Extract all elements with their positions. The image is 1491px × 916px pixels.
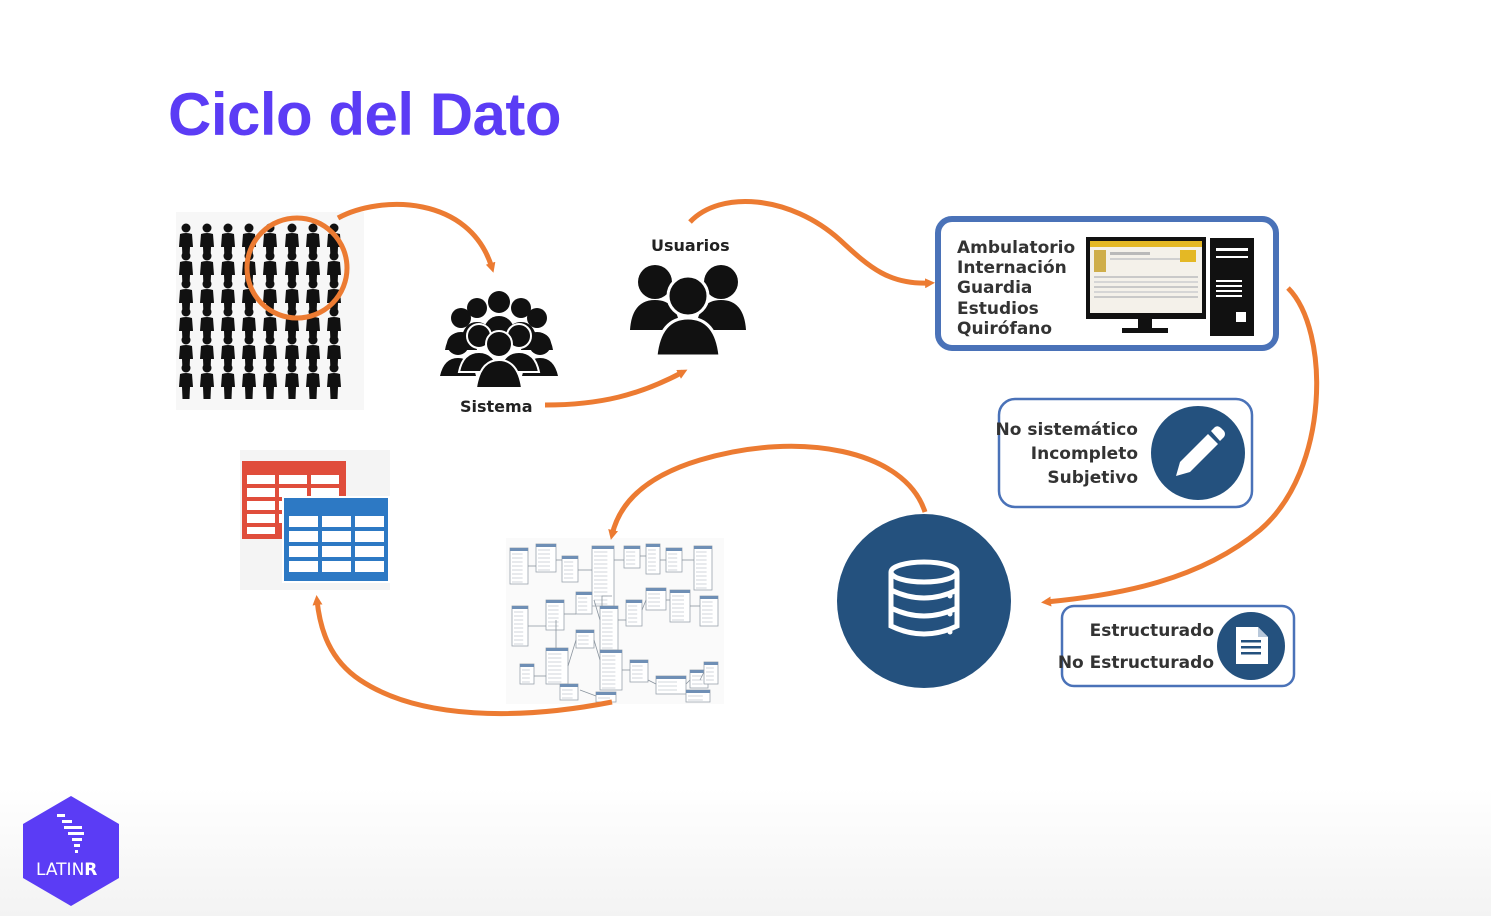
schema-table — [623, 545, 641, 569]
schema-diagram — [506, 538, 724, 704]
logo-text-b: R — [84, 860, 97, 880]
schema-table — [645, 543, 661, 575]
schema-table-header — [666, 548, 682, 551]
schema-table-header — [512, 606, 528, 609]
schema-table-header — [520, 664, 534, 667]
schema-table-header — [576, 592, 592, 595]
quality-label: No sistemático — [996, 420, 1138, 440]
schema-table-header — [576, 630, 594, 633]
table-cell — [289, 561, 318, 572]
table-cell — [322, 531, 351, 542]
data-type-label: Estructurado — [1090, 621, 1214, 641]
module-label: Estudios — [957, 299, 1039, 319]
schema-table-header — [510, 548, 528, 551]
quality-label: Subjetivo — [1047, 468, 1138, 488]
table-cell — [322, 516, 351, 527]
data-types-box: Estructurado No Estructurado — [1058, 604, 1296, 688]
schema-table — [665, 547, 683, 573]
schema-table-header — [704, 662, 718, 665]
database-icon — [837, 514, 1011, 688]
data-cycle-diagram: Sistema Usuarios Ambulatorio Internación… — [23, 198, 1320, 906]
document-icon — [1217, 612, 1285, 680]
schema-table-header — [536, 544, 556, 547]
schema-table — [703, 661, 719, 685]
pencil-icon — [1151, 406, 1245, 500]
schema-table — [629, 659, 649, 683]
spreadsheet-icon — [240, 450, 390, 590]
schema-table-header — [600, 606, 618, 609]
schema-table-header — [560, 684, 578, 687]
schema-table-header — [596, 692, 616, 695]
schema-table-header — [694, 546, 712, 549]
tower-pc-icon — [1210, 238, 1254, 336]
modules-box: Ambulatorio Internación Guardia Estudios… — [935, 216, 1279, 351]
table-cell — [355, 531, 384, 542]
table-cell — [322, 546, 351, 557]
schema-table-header — [630, 660, 648, 663]
schema-table — [575, 591, 593, 615]
module-label: Quirófano — [957, 319, 1052, 339]
table-cell — [355, 516, 384, 527]
label-sistema: Sistema — [460, 397, 533, 416]
data-type-label: No Estructurado — [1058, 653, 1214, 673]
table-cell — [355, 561, 384, 572]
schema-table-header — [546, 600, 564, 603]
module-label: Ambulatorio — [957, 238, 1075, 258]
users-icon — [630, 265, 746, 358]
table-cell — [289, 516, 318, 527]
schema-table — [545, 599, 565, 631]
module-label: Guardia — [957, 278, 1032, 298]
schema-table-header — [592, 546, 614, 549]
schema-table-header — [546, 648, 568, 651]
latinr-logo: LATINR — [23, 796, 119, 906]
schema-table-header — [600, 650, 622, 653]
table-cell — [289, 546, 318, 557]
schema-table-header — [700, 596, 718, 599]
module-label: Internación — [957, 258, 1067, 278]
monitor-icon — [1086, 237, 1206, 333]
schema-table-header — [626, 600, 642, 603]
group-icon — [440, 291, 558, 389]
schema-table — [699, 595, 719, 627]
schema-table-header — [562, 556, 578, 559]
schema-table-header — [656, 676, 686, 679]
schema-table-header — [670, 590, 690, 593]
schema-table-header — [646, 588, 666, 591]
schema-table — [645, 587, 667, 611]
table-cell — [289, 531, 318, 542]
schema-table-header — [646, 544, 660, 547]
table-cell — [322, 561, 351, 572]
schema-table-header — [686, 690, 710, 693]
quality-box: No sistemático Incompleto Subjetivo — [996, 397, 1254, 509]
table-cell — [355, 546, 384, 557]
quality-label: Incompleto — [1031, 444, 1138, 464]
arrow-sistema-to-usuarios — [544, 369, 688, 408]
arrow-database-to-schema — [608, 443, 928, 540]
svg-text:LATINR: LATINR — [36, 860, 97, 880]
logo-text-a: LATIN — [36, 860, 84, 880]
schema-table — [669, 589, 691, 623]
label-usuarios: Usuarios — [651, 236, 730, 255]
schema-table-header — [624, 546, 640, 549]
